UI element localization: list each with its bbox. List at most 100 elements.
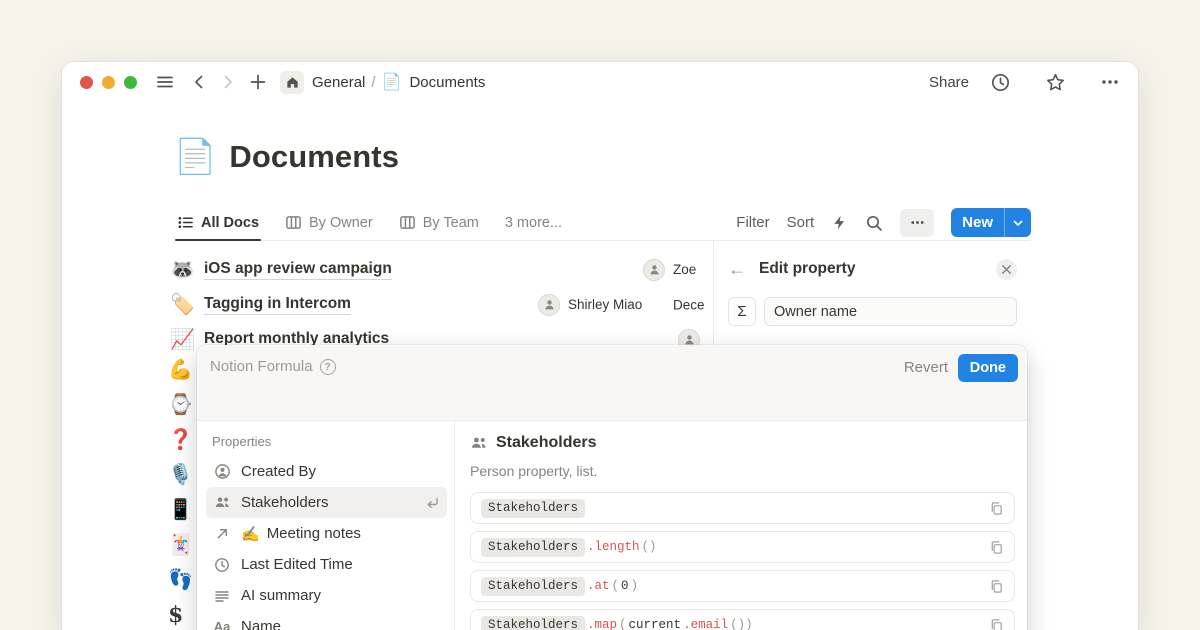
sort-button[interactable]: Sort [787,214,815,231]
revert-button[interactable]: Revert [904,359,948,376]
title-aa-icon: Aa [213,619,231,630]
formula-example[interactable]: Stakeholders .map ( current .email ()) [470,609,1015,630]
done-button[interactable]: Done [958,354,1018,382]
tab-by-owner[interactable]: By Owner [285,205,373,240]
people-icon [213,494,231,511]
sidebar-toggle-icon[interactable] [155,72,175,92]
close-window-button[interactable] [80,76,93,89]
more-options-icon[interactable] [1100,72,1120,92]
tab-by-team[interactable]: By Team [399,205,479,240]
back-arrow-icon[interactable]: ← [728,259,746,280]
home-icon[interactable] [280,71,304,94]
row-title[interactable]: iOS app review campaign [204,260,392,280]
row-emoji-icon: 📱 [168,498,193,533]
code-method: .length [587,540,640,554]
tab-label: 3 more... [505,215,562,231]
search-icon[interactable] [865,214,883,232]
new-button[interactable]: New [951,208,1031,237]
desktop-background: General / 📄 Documents Share 📄 Documents [0,0,1200,630]
new-dropdown-chevron-icon[interactable] [1004,208,1031,237]
person-cell[interactable]: Zoe [643,259,696,281]
page-emoji-icon[interactable]: 📄 [174,140,216,174]
property-item-meeting-notes[interactable]: ✍️ Meeting notes [206,518,447,549]
arrow-up-right-icon [213,526,231,541]
share-button[interactable]: Share [929,74,969,91]
property-item-stakeholders[interactable]: Stakeholders [206,487,447,518]
page-title[interactable]: Documents [229,139,399,175]
row-emoji-column: 💪 ⌚ ❓ 🎙️ 📱 🃏 👣 $ [168,358,193,630]
close-icon[interactable] [996,259,1017,280]
person-name: Shirley Miao [568,297,642,312]
favorite-star-icon[interactable] [1045,72,1066,93]
avatar [538,294,560,316]
property-label: Stakeholders [241,494,329,511]
formula-example[interactable]: Stakeholders .length () [470,531,1015,563]
automation-bolt-icon[interactable] [831,214,848,231]
tab-more-views[interactable]: 3 more... [505,205,562,240]
zoom-window-button[interactable] [124,76,137,89]
property-name-input[interactable] [764,297,1017,326]
row-emoji-icon: 💪 [168,358,193,393]
view-options-icon[interactable] [900,209,934,237]
formula-editor-popup: Notion Formula ? Revert Done Properties … [197,345,1027,630]
property-item-created-by[interactable]: Created By [206,456,447,487]
filter-button[interactable]: Filter [736,214,769,231]
property-item-last-edited-time[interactable]: Last Edited Time [206,549,447,580]
view-toolbar: Filter Sort New [736,208,1031,237]
formula-input-area[interactable]: Notion Formula ? Revert Done [197,345,1027,421]
table-row[interactable]: 🏷️ Tagging in Intercom Shirley Miao Dece [170,287,716,322]
property-item-name[interactable]: Aa Name [206,611,447,630]
nav-back-icon[interactable] [191,74,207,90]
minimize-window-button[interactable] [102,76,115,89]
new-tab-icon[interactable] [249,73,267,91]
formula-sigma-icon[interactable]: Σ [728,297,756,326]
views-bar: All Docs By Owner By Team 3 more... Filt… [177,205,1031,241]
property-item-ai-summary[interactable]: AI summary [206,580,447,611]
code-paren: ) [631,579,639,593]
list-view-icon [177,214,194,231]
code-method: .email [683,618,728,630]
breadcrumb-page[interactable]: Documents [409,74,485,91]
edit-property-title: Edit property [759,260,855,278]
detail-subtitle: Person property, list. [470,463,1015,479]
date-text: Dece [673,297,705,312]
code-method: .map [587,618,617,630]
help-icon[interactable]: ? [320,359,336,375]
code-arg: current [629,618,682,630]
row-emoji-icon: 👣 [168,568,193,603]
property-label: Name [241,618,281,630]
tab-label: By Team [423,215,479,231]
code-paren: ( [612,579,620,593]
tab-all-docs[interactable]: All Docs [177,205,259,240]
updates-clock-icon[interactable] [990,72,1011,93]
row-title[interactable]: Tagging in Intercom [204,295,351,315]
property-detail-pane: Stakeholders Person property, list. Stak… [455,421,1027,630]
formula-placeholder: Notion Formula ? [210,358,336,375]
breadcrumb-separator: / [371,74,375,91]
date-cell[interactable]: Dece [673,297,705,312]
breadcrumb-page-icon: 📄 [382,72,402,92]
board-view-icon [399,214,416,231]
avatar [643,259,665,281]
property-token: Stakeholders [481,538,585,557]
row-emoji-icon: $ [168,603,193,630]
property-token: Stakeholders [481,577,585,596]
copy-icon[interactable] [989,579,1004,594]
breadcrumb-workspace[interactable]: General [312,74,365,91]
new-button-label[interactable]: New [951,208,1004,237]
properties-header: Properties [212,434,447,449]
copy-icon[interactable] [989,618,1004,630]
property-label: AI summary [241,587,321,604]
nav-forward-icon[interactable] [220,74,236,90]
formula-example[interactable]: Stakeholders [470,492,1015,524]
tab-label: All Docs [201,215,259,231]
code-paren: () [642,540,657,554]
board-view-icon [285,214,302,231]
person-cell[interactable]: Shirley Miao [538,294,642,316]
copy-icon[interactable] [989,540,1004,555]
table-row[interactable]: 🦝 iOS app review campaign Zoe [170,252,716,287]
code-method: .at [587,579,610,593]
copy-icon[interactable] [989,501,1004,516]
row-emoji-icon: 🃏 [168,533,193,568]
formula-example[interactable]: Stakeholders .at ( 0 ) [470,570,1015,602]
